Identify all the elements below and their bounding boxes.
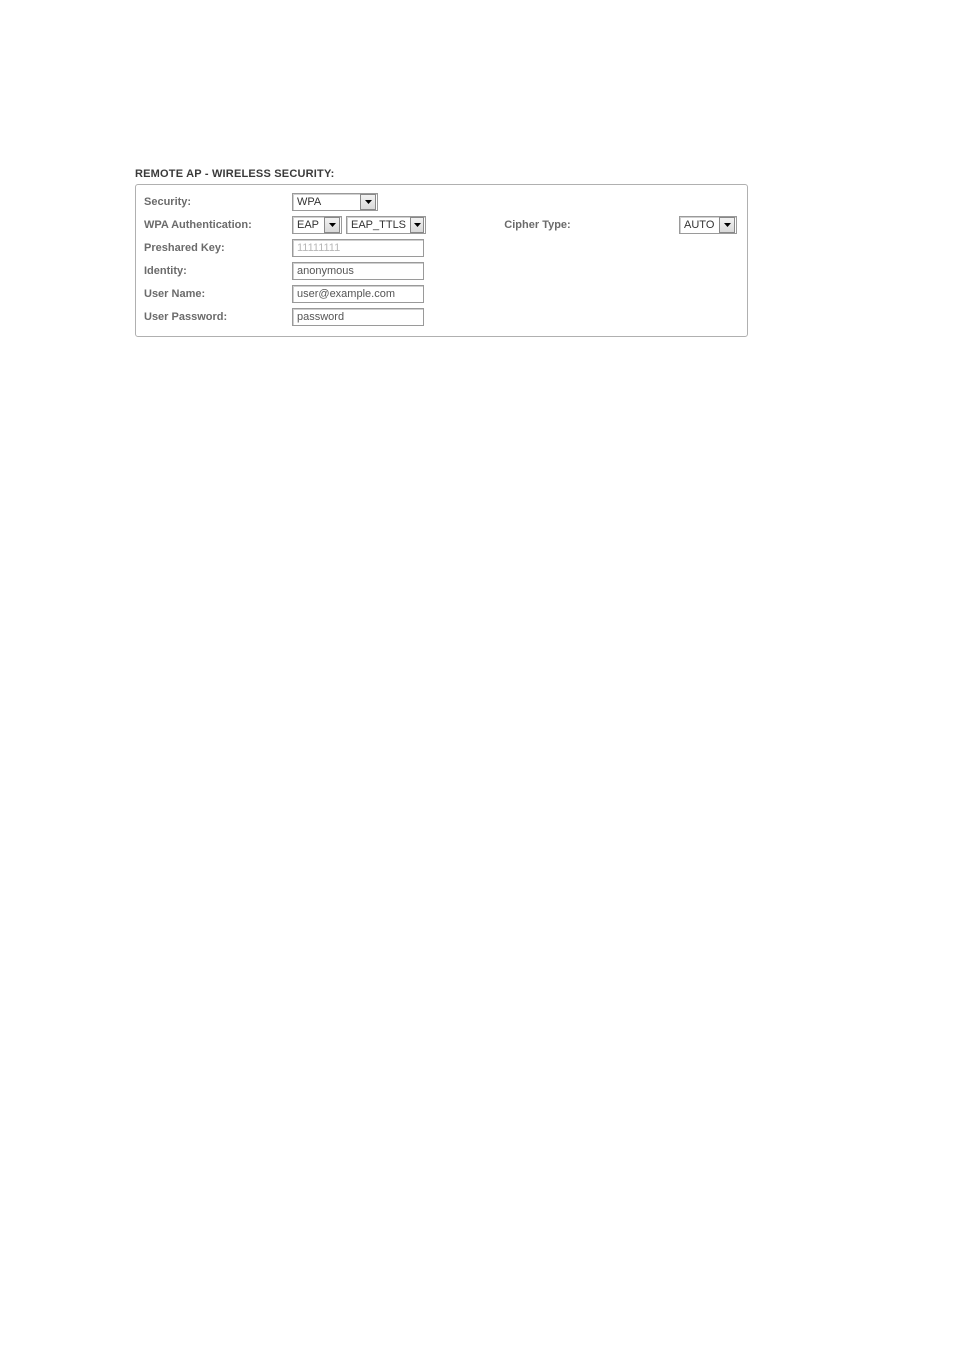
row-wpa-auth: WPA Authentication: EAP EAP_TTLS [144,214,739,236]
wireless-security-panel: Security: WPA WPA Authentication: [135,184,748,337]
page: REMOTE AP - WIRELESS SECURITY: Security:… [0,0,954,1350]
row-user-name: User Name: [144,283,739,305]
label-preshared-key: Preshared Key: [144,242,292,254]
wpa-auth-secondary-select[interactable]: EAP_TTLS [346,216,426,234]
section-title: REMOTE AP - WIRELESS SECURITY: [135,168,748,180]
chevron-down-icon [719,217,735,233]
wpa-auth-primary-value: EAP [297,219,323,231]
preshared-key-input [292,239,424,257]
row-identity: Identity: [144,260,739,282]
label-user-name: User Name: [144,288,292,300]
row-preshared-key: Preshared Key: [144,237,739,259]
cipher-type-select[interactable]: AUTO [679,216,737,234]
label-identity: Identity: [144,265,292,277]
wireless-security-section: REMOTE AP - WIRELESS SECURITY: Security:… [135,168,748,337]
security-select[interactable]: WPA [292,193,378,211]
wpa-auth-secondary-value: EAP_TTLS [351,219,410,231]
label-security: Security: [144,196,292,208]
chevron-down-icon [324,217,340,233]
user-name-input[interactable] [292,285,424,303]
label-cipher-type: Cipher Type: [504,219,600,231]
identity-input[interactable] [292,262,424,280]
chevron-down-icon [360,194,376,210]
chevron-down-icon [410,217,424,233]
cipher-type-value: AUTO [684,219,718,231]
label-wpa-auth: WPA Authentication: [144,219,292,231]
row-security: Security: WPA [144,191,739,213]
wpa-auth-primary-select[interactable]: EAP [292,216,342,234]
label-user-password: User Password: [144,311,292,323]
row-user-password: User Password: [144,306,739,328]
user-password-input[interactable] [292,308,424,326]
security-select-value: WPA [297,196,325,208]
